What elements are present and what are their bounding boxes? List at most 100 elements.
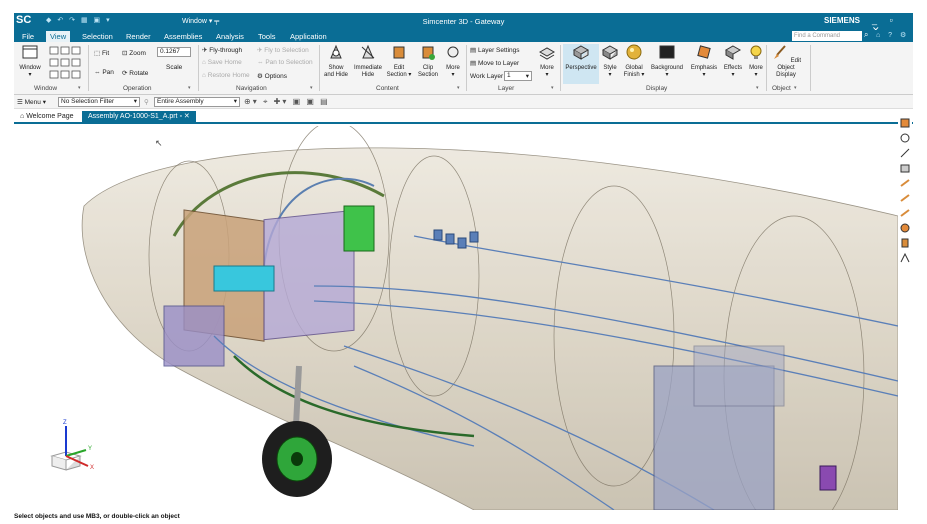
perspective-button[interactable]: Perspective <box>563 44 599 84</box>
immediate-hide-button[interactable]: Immediate Hide <box>352 44 384 79</box>
scope-select[interactable]: Entire Assembly ▾ <box>154 97 240 107</box>
window-button[interactable]: Window ▾ <box>16 44 44 79</box>
work-layer-select[interactable]: 1 ▾ <box>504 71 532 81</box>
title-bar: SC ◆ ↶ ↷ ▦ ▣ ▾ Window ▾ ╤ Simcenter 3D -… <box>14 13 913 35</box>
ribbon: Window ▾ Window ▾ ⬚ Fit ⊡ Zoom 0.1267 ⇔ P… <box>14 42 913 95</box>
more-icon <box>447 46 459 58</box>
layer-settings-button[interactable]: ▤ Layer Settings <box>470 46 520 54</box>
style-icon <box>601 45 619 60</box>
process-studio-icon[interactable] <box>899 252 911 264</box>
status-message: Select objects and use MB3, or double-cl… <box>14 513 180 520</box>
edit-section-button[interactable]: Edit Section ▾ <box>385 44 413 79</box>
search-icon[interactable]: ⌕ <box>864 30 868 40</box>
tab-welcome-page[interactable]: ⌂ Welcome Page <box>14 111 80 123</box>
filter-icon[interactable]: ⚲ <box>144 98 149 106</box>
display-more-button[interactable]: More ▾ <box>745 44 767 79</box>
triad-z-label: Z <box>63 420 67 426</box>
object-group-label: Object <box>772 85 791 92</box>
window-icon <box>22 45 38 59</box>
tab-close-icon[interactable]: ▫ ✕ <box>179 113 189 120</box>
roles-icon[interactable] <box>899 192 911 204</box>
help-icons[interactable]: ⌂ ? ⚙ <box>876 31 909 39</box>
palette-icon[interactable] <box>899 207 911 219</box>
fly-through-icon: ✈ <box>202 47 208 54</box>
tab-analysis[interactable]: Analysis <box>212 31 248 42</box>
content-group-label: Content <box>376 85 399 92</box>
zoom-icon: ⊡ <box>122 50 128 57</box>
selection-filter-select[interactable]: No Selection Filter ▾ <box>58 97 140 107</box>
tab-render[interactable]: Render <box>122 31 155 42</box>
background-button[interactable]: Background ▾ <box>648 44 686 79</box>
pan-icon: ⇔ <box>94 69 101 76</box>
rotate-button[interactable]: ⟳ Rotate <box>122 69 148 77</box>
style-button[interactable]: Style ▾ <box>600 44 620 79</box>
fly-through-button[interactable]: ✈ Fly-through <box>202 46 242 54</box>
selection-toolbar: ☰ Menu ▾ No Selection Filter ▾ ⚲ Entire A… <box>14 95 913 109</box>
navigation-group-label: Navigation <box>236 85 267 92</box>
move-to-layer-button[interactable]: ▤ Move to Layer <box>470 59 519 67</box>
lightbulb-icon <box>750 45 762 59</box>
options-icon: ⚙ <box>257 73 263 80</box>
history-icon[interactable] <box>899 177 911 189</box>
coordinate-triad: Z Y X <box>50 420 94 471</box>
layer-more-button[interactable]: More ▾ <box>536 44 558 79</box>
reuse-library-icon[interactable] <box>899 162 911 174</box>
graphics-viewport[interactable]: Z Y X ↖ <box>14 126 898 510</box>
mouse-cursor-icon: ↖ <box>155 138 163 148</box>
tab-tools[interactable]: Tools <box>254 31 280 42</box>
emphasis-icon <box>697 45 711 59</box>
cyan-tray <box>213 265 275 292</box>
fly-to-selection-icon: ✈ <box>257 47 263 54</box>
tab-view[interactable]: View <box>46 31 71 42</box>
web-browser-icon[interactable] <box>899 237 911 249</box>
clip-section-button[interactable]: Clip Section <box>414 44 442 79</box>
edit-object-display-button[interactable]: Edit Object Display <box>768 44 804 79</box>
bulkhead-panel-2 <box>263 209 355 341</box>
find-command-input[interactable]: Find a Command <box>792 31 862 41</box>
emphasis-button[interactable]: Emphasis ▾ <box>687 44 721 79</box>
immediate-hide-icon <box>361 44 375 59</box>
gear-strut <box>293 365 302 427</box>
resource-bar <box>898 113 912 513</box>
zoom-button[interactable]: ⊡ Zoom <box>122 49 146 57</box>
operation-group-label: Operation <box>123 85 152 92</box>
window-layout-icons[interactable] <box>49 46 83 80</box>
pan-to-selection-icon: ⇔ <box>257 59 264 66</box>
effects-icon <box>724 45 742 60</box>
tab-file[interactable]: File <box>18 31 38 42</box>
fit-button[interactable]: ⬚ Fit <box>94 49 109 57</box>
content-more-button[interactable]: More ▾ <box>442 44 464 79</box>
assembly-navigator-icon[interactable] <box>899 117 911 129</box>
tab-assemblies[interactable]: Assemblies <box>160 31 206 42</box>
menu-button[interactable]: ☰ Menu ▾ <box>17 98 46 106</box>
part-navigator-icon[interactable] <box>899 132 911 144</box>
restore-home-button[interactable]: ⌂ Restore Home <box>202 72 250 79</box>
pan-button[interactable]: ⇔ Pan <box>94 69 114 76</box>
window-button-label: Window <box>19 65 41 71</box>
tab-assembly[interactable]: Assembly AO-1000-S1_A.prt ▫ ✕ <box>82 111 196 123</box>
show-hide-icon <box>330 44 342 59</box>
pan-to-selection-button[interactable]: ⇔ Pan to Selection <box>257 59 313 66</box>
siemens-logo: SIEMENS <box>824 16 861 25</box>
fly-to-selection-button[interactable]: ✈ Fly to Selection <box>257 46 309 54</box>
global-finish-button[interactable]: Global Finish ▾ <box>621 44 647 79</box>
tab-selection[interactable]: Selection <box>78 31 117 42</box>
selection-tool-icons[interactable]: ⊕▾ ⌖ ✚▾ ▣ ▣ ▤ <box>244 97 330 107</box>
chevron-down-icon: ▾ <box>233 98 237 105</box>
tab-application[interactable]: Application <box>286 31 331 42</box>
menu-bar: File View Selection Render Assemblies An… <box>14 30 913 42</box>
save-home-button[interactable]: ⌂ Save Home <box>202 59 242 66</box>
effects-button[interactable]: Effects ▾ <box>721 44 745 79</box>
zoom-value-input[interactable]: 0.1267 <box>157 47 191 57</box>
options-button[interactable]: ⚙ Options <box>257 72 287 80</box>
show-and-hide-button[interactable]: Show and Hide <box>321 44 351 79</box>
purple-component <box>819 465 837 491</box>
work-layer-label: Work Layer <box>470 73 504 80</box>
status-bar: Select objects and use MB3, or double-cl… <box>14 512 913 524</box>
layer-group-label: Layer <box>498 85 515 92</box>
system-materials-icon[interactable] <box>899 222 911 234</box>
window-title: Simcenter 3D - Gateway <box>422 17 505 26</box>
display-group-label: Display <box>646 85 668 92</box>
seat-frame <box>163 305 225 367</box>
constraint-navigator-icon[interactable] <box>899 147 911 159</box>
